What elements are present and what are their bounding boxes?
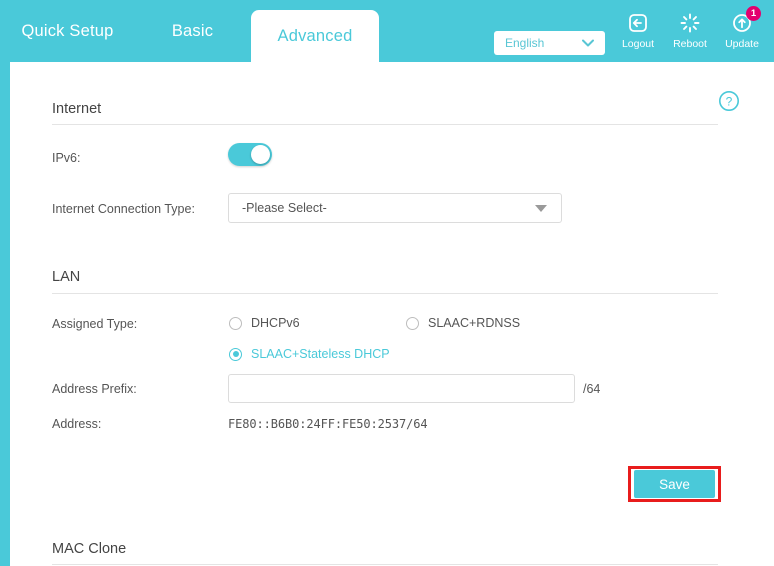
reboot-icon [679, 10, 701, 36]
radio-slaac-rdnss[interactable]: SLAAC+RDNSS [406, 316, 520, 330]
language-select-value: English [505, 36, 545, 50]
update-badge: 1 [746, 6, 761, 21]
lan-divider [52, 293, 718, 294]
tab-advanced-label: Advanced [277, 26, 353, 45]
header-actions: Logout Reboot 1 Update [612, 6, 768, 50]
connection-type-select[interactable]: -Please Select- [228, 193, 562, 223]
tab-basic[interactable]: Basic [150, 0, 235, 62]
section-title-internet: Internet [52, 101, 102, 117]
tab-quick-setup[interactable]: Quick Setup [10, 0, 125, 62]
logout-label: Logout [621, 38, 655, 50]
connection-type-label: Internet Connection Type: [52, 202, 195, 216]
reboot-label: Reboot [673, 38, 707, 50]
internet-divider [52, 124, 718, 125]
help-circle-icon[interactable]: ? [718, 90, 740, 117]
radio-dhcpv6-control[interactable] [229, 316, 242, 330]
radio-dhcpv6[interactable]: DHCPv6 [229, 316, 300, 330]
svg-text:?: ? [726, 94, 733, 108]
section-title-mac-clone: MAC Clone [52, 541, 127, 557]
radio-slaac-rdnss-control[interactable] [406, 316, 419, 330]
radio-slaac-stateless-dhcp-control[interactable] [229, 347, 242, 361]
save-button[interactable]: Save [634, 470, 715, 498]
address-prefix-suffix: /64 [583, 382, 601, 396]
ipv6-label: IPv6: [52, 151, 81, 165]
tab-quick-setup-label: Quick Setup [21, 21, 114, 40]
connection-type-value: -Please Select- [242, 201, 327, 215]
assigned-type-label: Assigned Type: [52, 317, 138, 331]
radio-slaac-stateless-dhcp[interactable]: SLAAC+Stateless DHCP [229, 347, 390, 361]
radio-dhcpv6-label: DHCPv6 [251, 316, 300, 330]
update-label: Update [725, 38, 759, 50]
language-select[interactable]: English [494, 31, 605, 55]
mac-clone-divider [52, 564, 718, 565]
ipv6-toggle[interactable] [228, 143, 272, 166]
left-accent-strip [0, 62, 10, 566]
logout-icon [627, 10, 649, 36]
logout-button[interactable]: Logout [612, 10, 664, 50]
address-prefix-label: Address Prefix: [52, 382, 137, 396]
radio-slaac-stateless-dhcp-label: SLAAC+Stateless DHCP [251, 347, 390, 361]
ipv6-toggle-knob [251, 145, 270, 164]
app-header: Quick Setup Basic Advanced English Logou… [0, 0, 774, 62]
update-button[interactable]: 1 Update [716, 6, 768, 50]
address-label: Address: [52, 417, 102, 431]
reboot-button[interactable]: Reboot [664, 10, 716, 50]
address-prefix-input[interactable] [228, 374, 575, 403]
address-value: FE80::B6B0:24FF:FE50:2537/64 [228, 417, 428, 431]
radio-slaac-rdnss-label: SLAAC+RDNSS [428, 316, 521, 330]
tab-advanced[interactable]: Advanced [251, 10, 379, 62]
tab-basic-label: Basic [171, 21, 214, 40]
chevron-down-icon [579, 39, 597, 47]
section-title-lan: LAN [52, 269, 81, 285]
caret-down-icon [535, 204, 547, 212]
